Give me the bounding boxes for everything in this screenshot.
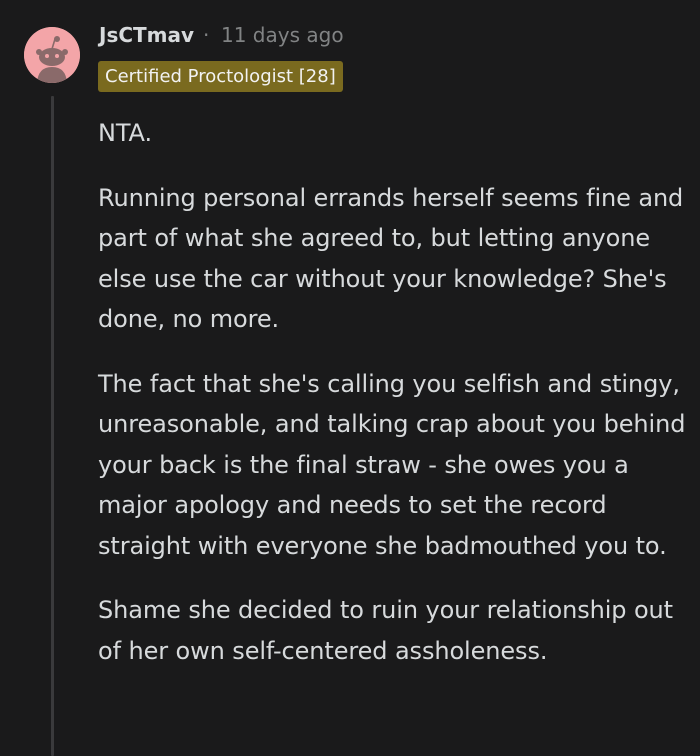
timestamp[interactable]: 11 days ago	[221, 21, 344, 49]
comment-paragraph: Shame she decided to ruin your relations…	[98, 596, 673, 665]
username[interactable]: JsCTmav	[99, 21, 194, 49]
comment-paragraph: NTA.	[98, 119, 152, 147]
meta-separator: ·	[203, 23, 210, 47]
comment-paragraph: Running personal errands herself seems f…	[98, 183, 684, 334]
comment-paragraph: The fact that she's calling you selfish …	[98, 369, 686, 560]
comment-body: NTA. Running personal errands herself se…	[98, 113, 688, 695]
user-flair: Certified Proctologist [28]	[98, 61, 343, 92]
thread-line[interactable]	[51, 96, 54, 756]
avatar[interactable]	[24, 27, 80, 83]
snoo-avatar-icon	[24, 27, 80, 83]
